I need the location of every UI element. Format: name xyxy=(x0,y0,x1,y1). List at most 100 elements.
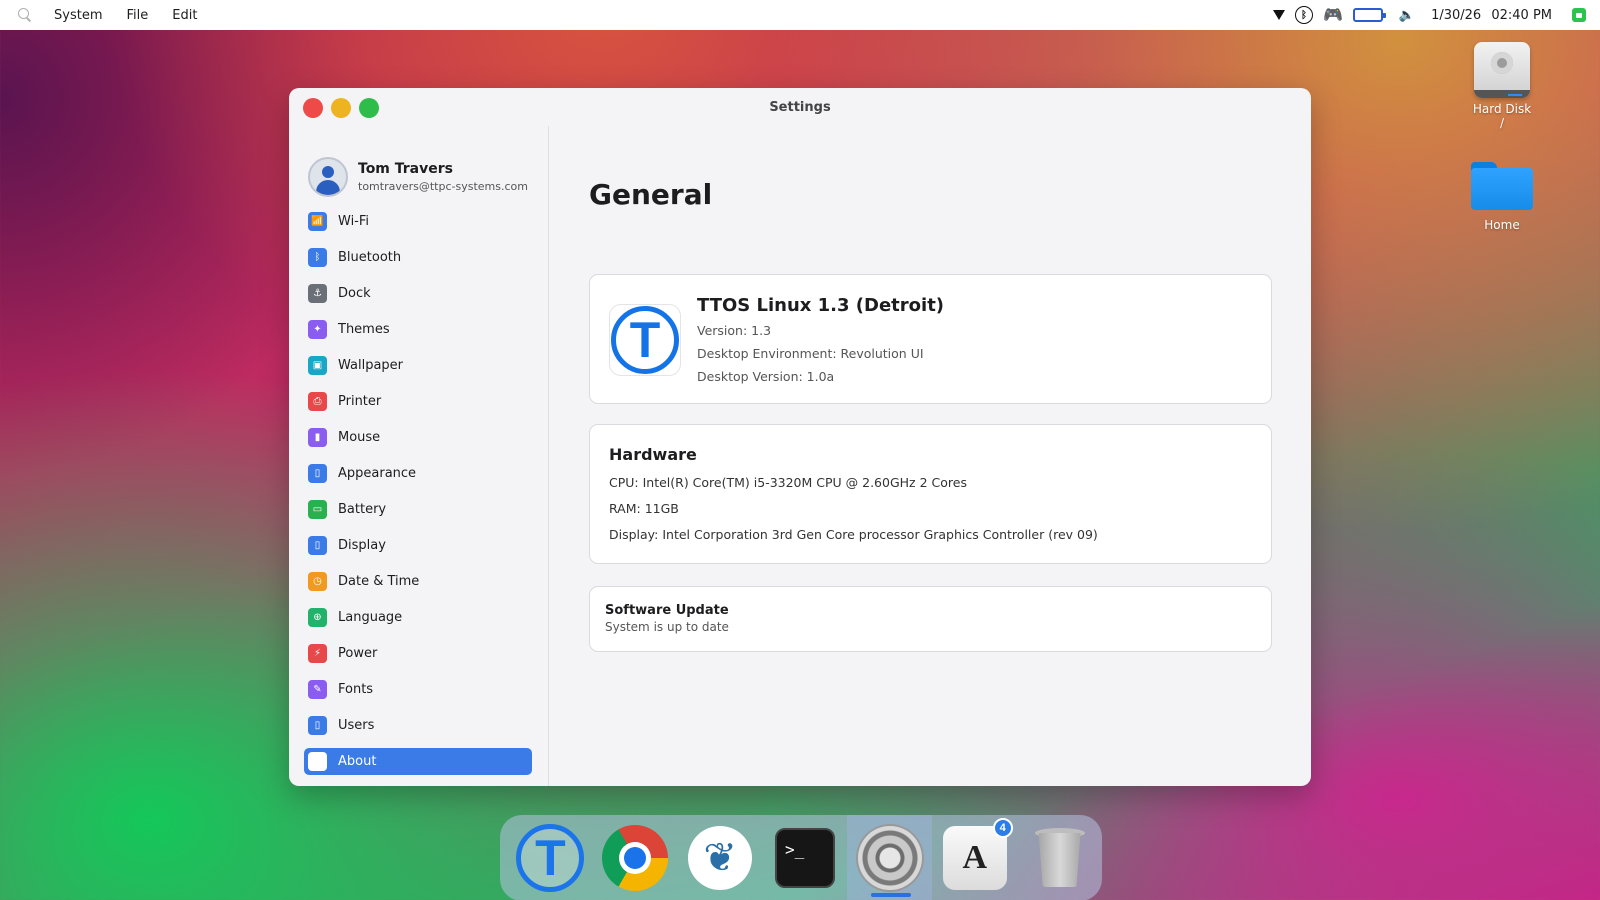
profile-name: Tom Travers xyxy=(358,161,453,177)
fonts-icon: ✎ xyxy=(308,680,327,699)
title-bar[interactable]: Settings xyxy=(289,88,1311,126)
sidebar-item-wallpaper[interactable]: ▣ Wallpaper xyxy=(304,352,532,379)
dock-item-app-store[interactable]: A 4 xyxy=(932,815,1017,900)
search-icon[interactable] xyxy=(18,8,32,22)
os-name: TTOS Linux 1.3 (Detroit) xyxy=(697,295,945,316)
os-desktop-environment: Desktop Environment: Revolution UI xyxy=(697,346,924,361)
sidebar-nav: 📶 Wi-Fi ᛒ Bluetooth ⚓ Dock ✦ Themes ▣ Wallpaper ⎙ P… xyxy=(289,208,548,775)
settings-window: Settings Tom Travers tomtravers@ttpc-sys… xyxy=(289,88,1311,786)
chrome-icon xyxy=(602,825,669,891)
software-update-card[interactable]: Software Update System is up to date xyxy=(589,586,1272,652)
appearance-icon: ▯ xyxy=(308,464,327,483)
dock-item-coral[interactable]: ❦ xyxy=(678,815,763,900)
sidebar-item-label: Dock xyxy=(338,286,371,301)
user-profile[interactable]: Tom Travers tomtravers@ttpc-systems.com xyxy=(289,126,548,208)
volume-icon[interactable]: 🔈 xyxy=(1399,8,1415,23)
dock-item-ttos[interactable]: T xyxy=(508,815,593,900)
dock-item-trash[interactable] xyxy=(1017,815,1102,900)
sidebar-item-bluetooth[interactable]: ᛒ Bluetooth xyxy=(304,244,532,271)
sidebar-item-label: Users xyxy=(338,718,375,733)
dock-item-chrome[interactable] xyxy=(593,815,678,900)
mouse-icon: ▮ xyxy=(308,428,327,447)
app-store-icon: A 4 xyxy=(942,818,1013,890)
themes-icon: ✦ xyxy=(308,320,327,339)
os-version: Version: 1.3 xyxy=(697,323,772,338)
clock[interactable]: 1/30/26 02:40 PM xyxy=(1431,8,1552,23)
sidebar-item-themes[interactable]: ✦ Themes xyxy=(304,316,532,343)
clock-time: 02:40 PM xyxy=(1491,7,1552,23)
sidebar-item-label: About xyxy=(338,754,377,769)
sidebar-item-dock[interactable]: ⚓ Dock xyxy=(304,280,532,307)
sidebar-item-date-time[interactable]: ◷ Date & Time xyxy=(304,568,532,595)
sidebar-item-label: Wi-Fi xyxy=(338,214,370,229)
sidebar-item-display[interactable]: ▯ Display xyxy=(304,532,532,559)
sidebar-item-power[interactable]: ⚡ Power xyxy=(304,640,532,667)
os-info-card: T TTOS Linux 1.3 (Detroit) Version: 1.3 … xyxy=(589,274,1272,404)
gamepad-icon[interactable]: 🎮 xyxy=(1323,7,1343,23)
main-content: General T TTOS Linux 1.3 (Detroit) Versi… xyxy=(549,126,1311,786)
users-icon: ▯ xyxy=(308,716,327,735)
desktop-icon-label: Home xyxy=(1484,218,1520,232)
sidebar-item-fonts[interactable]: ✎ Fonts xyxy=(304,676,532,703)
wi-fi-icon: 📶 xyxy=(308,212,327,231)
dock-item-settings[interactable] xyxy=(847,815,933,900)
hardware-ram: RAM: 11GB xyxy=(609,501,679,516)
power-icon: ⚡ xyxy=(308,644,327,663)
hardware-display: Display: Intel Corporation 3rd Gen Core … xyxy=(609,527,1098,542)
about-icon xyxy=(308,752,327,771)
hard-disk-icon xyxy=(1474,42,1530,98)
bluetooth-icon[interactable]: ᛒ xyxy=(1294,6,1313,24)
menu-bar: System File Edit ᛒ 🎮 🔈 1/30/26 02:40 PM xyxy=(0,0,1600,30)
hardware-card: Hardware CPU: Intel(R) Core(TM) i5-3320M… xyxy=(589,424,1272,564)
sidebar-item-label: Power xyxy=(338,646,378,661)
coral-app-icon: ❦ xyxy=(688,826,753,890)
sidebar-item-users[interactable]: ▯ Users xyxy=(304,712,532,739)
menu-file[interactable]: File xyxy=(124,6,150,25)
folder-icon xyxy=(1471,162,1533,210)
menu-system[interactable]: System xyxy=(52,6,104,25)
sidebar-item-label: Wallpaper xyxy=(338,358,404,373)
sidebar-item-about[interactable]: About xyxy=(304,748,532,775)
desktop-icon-label: Hard Disk xyxy=(1472,102,1532,116)
tray-app-icon[interactable] xyxy=(1572,8,1586,22)
sidebar-item-label: Bluetooth xyxy=(338,250,402,265)
running-indicator xyxy=(871,893,912,897)
menu-edit[interactable]: Edit xyxy=(170,6,199,25)
close-button[interactable] xyxy=(303,98,323,118)
wifi-icon[interactable] xyxy=(1272,10,1285,20)
sidebar-item-wi-fi[interactable]: 📶 Wi-Fi xyxy=(304,208,532,235)
trash-icon xyxy=(1034,828,1085,888)
sidebar-item-label: Themes xyxy=(338,322,390,337)
battery-icon[interactable] xyxy=(1352,8,1386,22)
terminal-icon: >_ xyxy=(775,828,835,888)
dock: T ❦ >_ A 4 xyxy=(500,815,1102,900)
profile-email: tomtravers@ttpc-systems.com xyxy=(358,180,528,193)
avatar xyxy=(308,157,348,197)
sidebar-item-language[interactable]: ⊕ Language xyxy=(304,604,532,631)
maximize-button[interactable] xyxy=(359,98,379,118)
hardware-cpu: CPU: Intel(R) Core(TM) i5-3320M CPU @ 2.… xyxy=(609,475,967,490)
sidebar-item-battery[interactable]: ▭ Battery xyxy=(304,496,532,523)
software-update-status: System is up to date xyxy=(605,620,729,634)
desktop-icon-hard-disk[interactable]: Hard Disk / xyxy=(1457,42,1547,130)
sidebar-item-appearance[interactable]: ▯ Appearance xyxy=(304,460,532,487)
sidebar-item-printer[interactable]: ⎙ Printer xyxy=(304,388,532,415)
os-desktop-version: Desktop Version: 1.0a xyxy=(697,369,835,384)
date-time-icon: ◷ xyxy=(308,572,327,591)
window-title: Settings xyxy=(769,99,831,115)
desktop-icon-sublabel: / xyxy=(1499,116,1505,130)
sidebar-item-label: Date & Time xyxy=(338,574,420,589)
sidebar-item-mouse[interactable]: ▮ Mouse xyxy=(304,424,532,451)
sidebar-item-label: Mouse xyxy=(338,430,381,445)
wallpaper-icon: ▣ xyxy=(308,356,327,375)
sidebar-item-label: Fonts xyxy=(338,682,374,697)
desktop-icon-home[interactable]: Home xyxy=(1457,162,1547,232)
dock-icon: ⚓ xyxy=(308,284,327,303)
dock-item-terminal[interactable]: >_ xyxy=(763,815,848,900)
app-store-glyph: A xyxy=(962,839,987,876)
clock-date: 1/30/26 xyxy=(1431,7,1482,23)
battery-icon: ▭ xyxy=(308,500,327,519)
software-update-title: Software Update xyxy=(605,603,729,618)
minimize-button[interactable] xyxy=(331,98,351,118)
ttos-app-icon: T xyxy=(516,824,585,892)
